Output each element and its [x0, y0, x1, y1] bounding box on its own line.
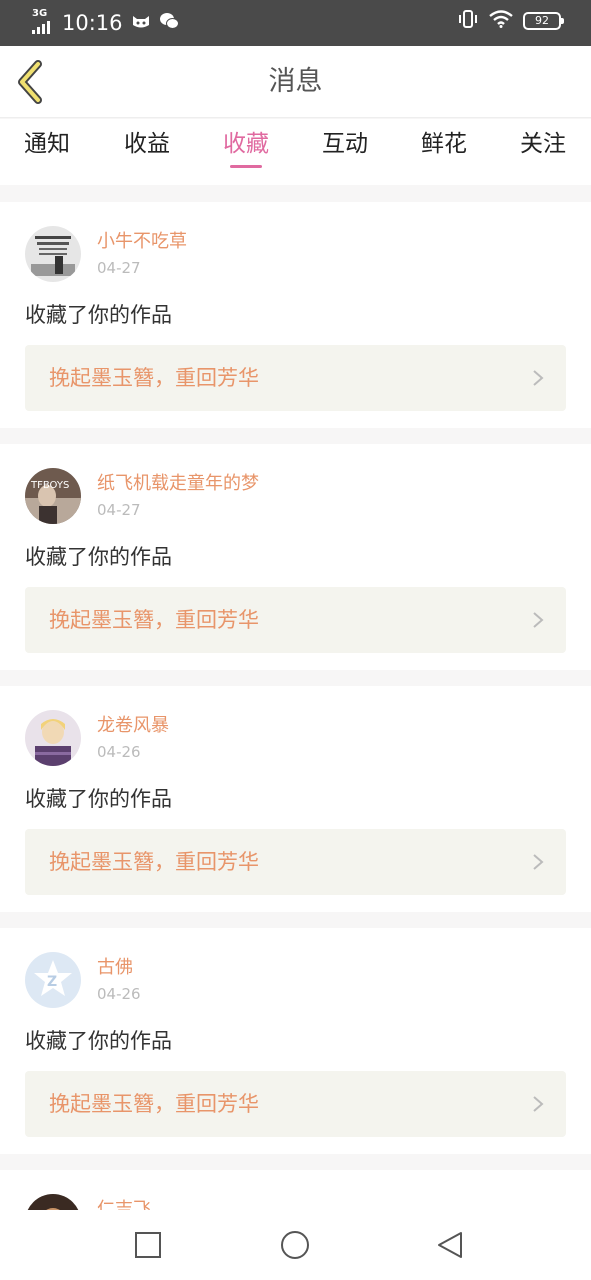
user-name[interactable]: 小牛不吃草	[97, 230, 187, 254]
status-left: 3G 10:16	[30, 8, 179, 38]
svg-text:TFBOYS: TFBOYS	[30, 480, 69, 491]
tab-label: 通知	[24, 131, 70, 157]
page-title: 消息	[268, 66, 323, 97]
work-link[interactable]: 挽起墨玉簪，重回芳华	[25, 345, 566, 411]
message-card: 龙卷风暴 04-26 收藏了你的作品 挽起墨玉簪，重回芳华	[0, 686, 591, 912]
active-tab-indicator	[230, 165, 262, 168]
home-button[interactable]	[280, 1230, 310, 1260]
message-card: TFBOYS 纸飞机载走童年的梦 04-27 收藏了你的作品 挽起墨玉簪，重回芳…	[0, 444, 591, 670]
avatar[interactable]	[25, 1194, 81, 1210]
message-date: 04-26	[97, 743, 141, 761]
user-name[interactable]: 仁吉飞	[97, 1198, 151, 1210]
action-text: 收藏了你的作品	[25, 787, 172, 811]
message-date: 04-27	[97, 259, 141, 277]
tab-label: 鲜花	[421, 131, 467, 157]
work-title: 挽起墨玉簪，重回芳华	[49, 366, 259, 390]
tab-flowers[interactable]: 鲜花	[404, 127, 484, 161]
system-nav-bar	[0, 1210, 591, 1280]
wechat-icon	[159, 12, 179, 34]
tab-favorites[interactable]: 收藏	[206, 127, 286, 168]
work-title: 挽起墨玉簪，重回芳华	[49, 608, 259, 632]
tab-label: 收益	[124, 131, 170, 157]
tab-earnings[interactable]: 收益	[107, 127, 187, 161]
vibrate-icon	[457, 10, 479, 32]
chevron-right-icon	[533, 612, 544, 628]
action-text: 收藏了你的作品	[25, 545, 172, 569]
tab-notifications[interactable]: 通知	[7, 127, 87, 161]
tab-label: 关注	[520, 131, 566, 157]
svg-text:Z: Z	[47, 974, 57, 990]
clock: 10:16	[62, 11, 123, 35]
square-icon	[135, 1232, 161, 1258]
tab-interactions[interactable]: 互动	[305, 127, 385, 161]
avatar[interactable]	[25, 226, 81, 282]
avatar[interactable]: Z	[25, 952, 81, 1008]
circle-icon	[281, 1231, 309, 1259]
user-name[interactable]: 纸飞机载走童年的梦	[97, 472, 259, 496]
header: 消息	[0, 46, 591, 118]
tab-follows[interactable]: 关注	[503, 127, 583, 161]
battery-icon: 92	[523, 12, 564, 30]
avatar[interactable]	[25, 710, 81, 766]
signal-icon: 3G	[30, 9, 56, 37]
wifi-icon	[489, 10, 513, 32]
system-back-button[interactable]	[435, 1230, 465, 1260]
user-name[interactable]: 古佛	[97, 956, 133, 980]
work-link[interactable]: 挽起墨玉簪，重回芳华	[25, 829, 566, 895]
status-right: 92	[457, 10, 564, 32]
cat-app-icon	[131, 13, 151, 33]
message-card: 仁吉飞	[0, 1170, 591, 1210]
chevron-right-icon	[533, 370, 544, 386]
work-link[interactable]: 挽起墨玉簪，重回芳华	[25, 1071, 566, 1137]
message-date: 04-26	[97, 985, 141, 1003]
work-title: 挽起墨玉簪，重回芳华	[49, 1092, 259, 1116]
tab-label: 互动	[322, 131, 368, 157]
status-bar: 3G 10:16 92	[0, 0, 591, 46]
chevron-right-icon	[533, 854, 544, 870]
tab-bar: 通知 收益 收藏 互动 鲜花 关注	[0, 119, 591, 185]
work-link[interactable]: 挽起墨玉簪，重回芳华	[25, 587, 566, 653]
action-text: 收藏了你的作品	[25, 1029, 172, 1053]
recents-button[interactable]	[133, 1230, 163, 1260]
triangle-back-icon	[438, 1232, 462, 1258]
message-date: 04-27	[97, 501, 141, 519]
user-name[interactable]: 龙卷风暴	[97, 714, 169, 738]
action-text: 收藏了你的作品	[25, 303, 172, 327]
work-title: 挽起墨玉簪，重回芳华	[49, 850, 259, 874]
message-card: 小牛不吃草 04-27 收藏了你的作品 挽起墨玉簪，重回芳华	[0, 202, 591, 428]
message-card: Z 古佛 04-26 收藏了你的作品 挽起墨玉簪，重回芳华	[0, 928, 591, 1154]
avatar[interactable]: TFBOYS	[25, 468, 81, 524]
chevron-right-icon	[533, 1096, 544, 1112]
network-type: 3G	[32, 8, 48, 19]
tab-label: 收藏	[223, 131, 269, 157]
